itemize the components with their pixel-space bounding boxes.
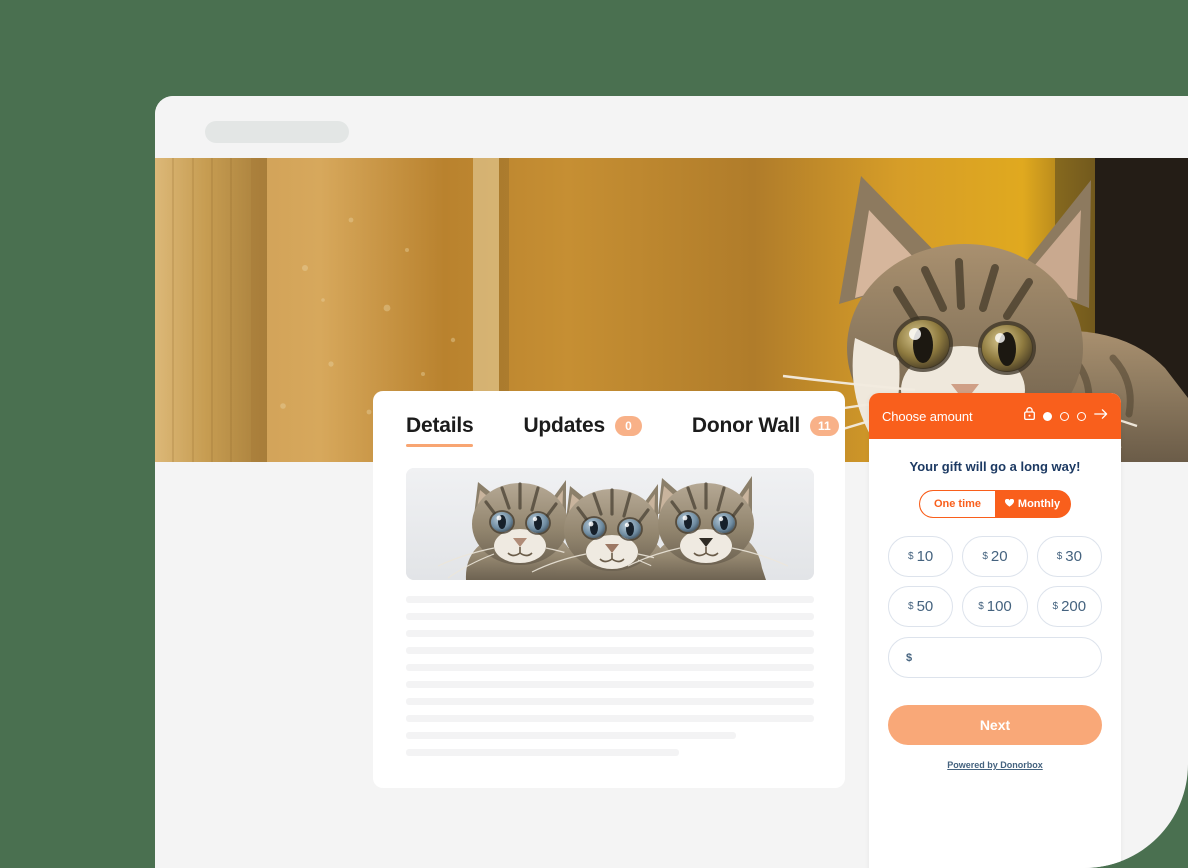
currency-symbol: $ — [1052, 601, 1059, 612]
campaign-kittens-image — [406, 468, 814, 580]
tab-label: Updates — [523, 414, 605, 437]
frequency-toggle: One time Monthly — [919, 490, 1071, 518]
active-tab-underline — [406, 444, 474, 447]
currency-symbol: $ — [908, 551, 914, 562]
amount-value: 200 — [1061, 598, 1087, 615]
amount-value: 20 — [990, 548, 1008, 565]
powered-by-link[interactable]: Powered by Donorbox — [888, 760, 1102, 770]
step-dot-3[interactable] — [1077, 411, 1086, 421]
skeleton-line — [406, 664, 814, 671]
amount-value: 100 — [986, 598, 1012, 615]
amount-options-grid: $10 $20 $30 $50 $100 $200 — [888, 536, 1102, 627]
widget-header: Choose amount — [869, 393, 1121, 439]
amount-button-100[interactable]: $100 — [962, 586, 1028, 627]
skeleton-line — [406, 630, 814, 637]
frequency-monthly-label: Monthly — [1017, 498, 1061, 510]
campaign-content-card: Details Updates 0 Donor Wall 11 — [373, 391, 845, 788]
amount-button-50[interactable]: $50 — [888, 586, 954, 627]
tab-badge-updates: 0 — [614, 416, 642, 436]
browser-window: Details Updates 0 Donor Wall 11 Choose a… — [155, 96, 1188, 868]
three-kittens-photo — [406, 468, 814, 580]
step-dot-2[interactable] — [1060, 411, 1069, 421]
step-dot-1[interactable] — [1043, 411, 1052, 421]
frequency-monthly[interactable]: Monthly — [995, 491, 1070, 517]
custom-amount-input[interactable]: $ — [888, 637, 1102, 678]
browser-chrome-bar — [155, 96, 1188, 158]
gift-headline: Your gift will go a long way! — [909, 459, 1081, 474]
tab-bar: Details Updates 0 Donor Wall 11 — [406, 414, 839, 447]
url-bar[interactable] — [205, 121, 349, 143]
frequency-one-time[interactable]: One time — [920, 491, 995, 517]
tab-badge-donor-wall: 11 — [809, 416, 839, 436]
arrow-right-icon[interactable] — [1094, 407, 1108, 425]
skeleton-line — [406, 647, 814, 654]
lock-icon — [1024, 407, 1035, 425]
description-skeleton — [406, 596, 814, 766]
amount-button-200[interactable]: $200 — [1036, 586, 1102, 627]
skeleton-line — [406, 715, 814, 722]
tab-updates[interactable]: Updates 0 — [523, 414, 642, 438]
widget-header-icons — [1024, 407, 1108, 425]
heart-icon — [1004, 498, 1014, 510]
amount-value: 10 — [916, 548, 934, 565]
skeleton-line — [406, 613, 814, 620]
skeleton-line — [406, 698, 814, 705]
currency-symbol: $ — [1056, 551, 1063, 562]
amount-button-10[interactable]: $10 — [888, 536, 954, 577]
currency-symbol: $ — [908, 601, 914, 612]
skeleton-line — [406, 596, 814, 603]
amount-value: 30 — [1065, 548, 1082, 565]
amount-button-20[interactable]: $20 — [962, 536, 1028, 577]
tab-donor-wall[interactable]: Donor Wall 11 — [692, 414, 839, 438]
donation-widget: Choose amount Your gift will go a long w… — [869, 393, 1121, 868]
next-button[interactable]: Next — [888, 705, 1102, 745]
currency-symbol: $ — [982, 551, 988, 562]
tab-label: Donor Wall — [691, 414, 800, 437]
currency-symbol: $ — [978, 601, 984, 612]
frequency-one-time-label: One time — [933, 498, 982, 510]
currency-symbol: $ — [906, 651, 913, 664]
amount-value: 50 — [916, 598, 934, 615]
amount-button-30[interactable]: $30 — [1036, 536, 1102, 577]
skeleton-line — [406, 681, 814, 688]
widget-body: Your gift will go a long way! One time M… — [869, 459, 1121, 770]
skeleton-line — [406, 732, 737, 739]
tab-details[interactable]: Details — [406, 414, 474, 447]
widget-title: Choose amount — [882, 408, 973, 424]
tab-label: Details — [406, 414, 474, 437]
skeleton-line — [406, 749, 680, 756]
